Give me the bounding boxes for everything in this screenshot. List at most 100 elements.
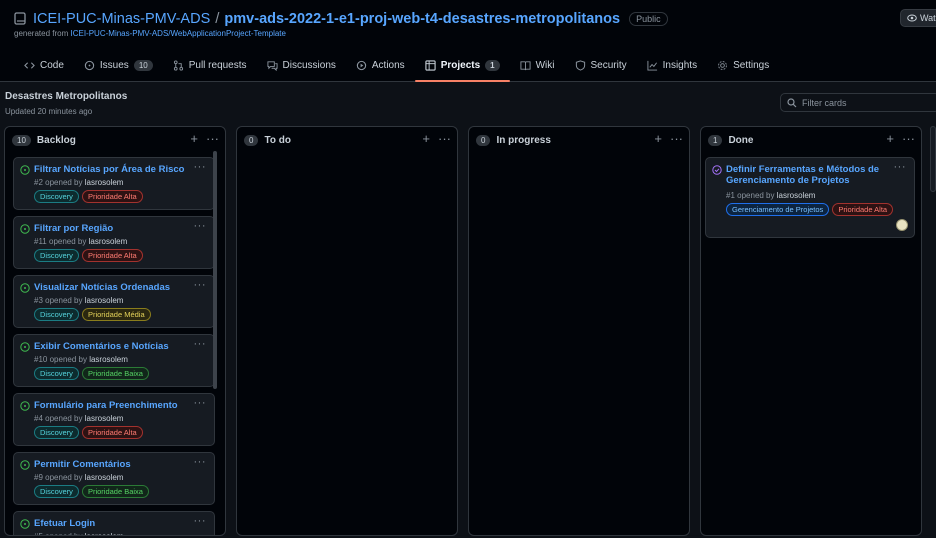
issue-label[interactable]: Discovery bbox=[34, 249, 79, 262]
issue-card[interactable]: Definir Ferramentas e Métodos de Gerenci… bbox=[705, 157, 915, 238]
issue-author-link[interactable]: lasrosolem bbox=[89, 355, 128, 364]
tab-insights[interactable]: Insights bbox=[637, 50, 707, 81]
tab-count: 10 bbox=[133, 60, 153, 71]
issue-label[interactable]: Prioridade Baixa bbox=[81, 485, 149, 498]
issue-title-link[interactable]: Definir Ferramentas e Métodos de Gerenci… bbox=[726, 164, 908, 186]
tab-label: Security bbox=[590, 60, 627, 71]
card-menu-icon[interactable]: ··· bbox=[194, 338, 207, 350]
issue-title-link[interactable]: Exibir Comentários e Notícias bbox=[34, 341, 169, 352]
issue-label[interactable]: Prioridade Alta bbox=[81, 190, 143, 203]
tab-settings[interactable]: Settings bbox=[707, 50, 779, 81]
tab-projects[interactable]: Projects 1 bbox=[414, 50, 510, 82]
issue-meta: #10 opened by lasrosolem bbox=[34, 355, 128, 364]
column-menu-icon[interactable]: ··· bbox=[438, 132, 451, 146]
issue-card[interactable]: Visualizar Notícias Ordenadas ··· #3 opene… bbox=[13, 275, 215, 328]
add-card-icon[interactable]: + bbox=[190, 132, 198, 146]
issue-author-link[interactable]: lasrosolem bbox=[85, 532, 124, 535]
issue-label[interactable]: Discovery bbox=[34, 190, 79, 203]
issue-label[interactable]: Prioridade Alta bbox=[832, 203, 894, 216]
issue-label[interactable]: Prioridade Alta bbox=[81, 249, 143, 262]
open-issue-icon bbox=[20, 283, 30, 293]
issue-author-link[interactable]: lasrosolem bbox=[85, 473, 124, 482]
issue-card[interactable]: Exibir Comentários e Notícias ··· #10 open… bbox=[13, 334, 215, 387]
column-menu-icon[interactable]: ··· bbox=[206, 132, 219, 146]
repo-owner-link[interactable]: ICEI-PUC-Minas-PMV-ADS bbox=[33, 11, 210, 27]
card-menu-icon[interactable]: ··· bbox=[194, 161, 207, 173]
wiki-icon bbox=[520, 61, 531, 71]
issue-card[interactable]: Filtrar Notícias por Área de Risco ··· #2 … bbox=[13, 157, 215, 210]
filter-cards-input[interactable] bbox=[802, 97, 932, 108]
issue-label[interactable]: Gerenciamento de Projetos bbox=[726, 203, 830, 216]
card-menu-icon[interactable]: ··· bbox=[194, 220, 207, 232]
issue-title-link[interactable]: Efetuar Login bbox=[34, 518, 95, 529]
eye-icon bbox=[907, 14, 917, 22]
template-link[interactable]: ICEI-PUC-Minas-PMV-ADS/WebApplicationPro… bbox=[71, 29, 286, 38]
issue-title-link[interactable]: Permitir Comentários bbox=[34, 459, 131, 470]
tab-label: Pull requests bbox=[188, 60, 247, 71]
issue-card[interactable]: Formulário para Preenchimento ··· #4 opene… bbox=[13, 393, 215, 446]
tab-wiki[interactable]: Wiki bbox=[510, 50, 565, 81]
issue-opened-by: opened by bbox=[45, 473, 83, 482]
column-done: 1 Done + ··· Definir Ferramentas e Métodos d… bbox=[700, 126, 922, 536]
card-menu-icon[interactable]: ··· bbox=[194, 279, 207, 291]
tab-issues[interactable]: Issues 10 bbox=[74, 50, 163, 81]
watch-button[interactable]: Watch bbox=[900, 9, 936, 27]
issue-meta: #1 opened by lasrosolem bbox=[726, 191, 815, 200]
issue-label[interactable]: Discovery bbox=[34, 426, 79, 439]
issue-title-link[interactable]: Filtrar por Região bbox=[34, 223, 113, 234]
issue-author-link[interactable]: lasrosolem bbox=[85, 296, 124, 305]
issue-label[interactable]: Prioridade Alta bbox=[81, 426, 143, 439]
issue-author-link[interactable]: lasrosolem bbox=[89, 237, 128, 246]
column-scrollbar[interactable] bbox=[213, 151, 217, 389]
add-card-icon[interactable]: + bbox=[886, 132, 894, 146]
card-menu-icon[interactable]: ··· bbox=[894, 161, 907, 173]
assignee-avatar[interactable] bbox=[896, 219, 908, 231]
issue-author-link[interactable]: lasrosolem bbox=[85, 178, 124, 187]
pull-request-icon bbox=[173, 60, 183, 71]
issue-card[interactable]: Permitir Comentários ··· #9 opened by lasr… bbox=[13, 452, 215, 505]
issue-title-link[interactable]: Filtrar Notícias por Área de Risco bbox=[34, 164, 184, 175]
issue-label[interactable]: Discovery bbox=[34, 367, 79, 380]
repo-name-link[interactable]: pmv-ads-2022-1-e1-proj-web-t4-desastres-… bbox=[224, 11, 620, 27]
issue-labels: Discovery Prioridade Alta bbox=[34, 190, 204, 203]
card-menu-icon[interactable]: ··· bbox=[194, 397, 207, 409]
issue-meta: #3 opened by lasrosolem bbox=[34, 296, 123, 305]
issue-meta: #11 opened by lasrosolem bbox=[34, 237, 127, 246]
filter-cards-field[interactable] bbox=[780, 93, 936, 112]
issue-label[interactable]: Prioridade Média bbox=[81, 308, 151, 321]
open-issue-icon bbox=[20, 342, 30, 352]
issue-author-link[interactable]: lasrosolem bbox=[85, 414, 124, 423]
issue-title-link[interactable]: Formulário para Preenchimento bbox=[34, 400, 178, 411]
tab-code[interactable]: Code bbox=[14, 50, 74, 81]
generated-from: generated from ICEI-PUC-Minas-PMV-ADS/We… bbox=[14, 29, 286, 38]
card-menu-icon[interactable]: ··· bbox=[194, 515, 207, 527]
add-card-icon[interactable]: + bbox=[422, 132, 430, 146]
issue-meta: #5 opened by lasrosolem bbox=[34, 532, 124, 535]
issue-labels: Discovery Prioridade Baixa bbox=[34, 367, 204, 380]
issue-label[interactable]: Discovery bbox=[34, 308, 79, 321]
actions-icon bbox=[356, 60, 367, 71]
issue-title-link[interactable]: Visualizar Notícias Ordenadas bbox=[34, 282, 170, 293]
column-menu-icon[interactable]: ··· bbox=[902, 132, 915, 146]
column-title: To do bbox=[264, 134, 291, 146]
board-horizontal-scroll-handle[interactable] bbox=[930, 126, 936, 192]
tab-label: Actions bbox=[371, 60, 405, 71]
issue-card[interactable]: Efetuar Login ··· #5 opened by lasrosolem bbox=[13, 511, 215, 535]
column-header: 1 Done + ··· bbox=[701, 127, 921, 153]
column-title: In progress bbox=[496, 134, 551, 146]
issue-card[interactable]: Filtrar por Região ··· #11 opened by lasro… bbox=[13, 216, 215, 269]
tab-actions[interactable]: Actions bbox=[346, 50, 415, 81]
graph-icon bbox=[647, 60, 657, 71]
visibility-badge: Public bbox=[629, 11, 668, 26]
issue-label[interactable]: Prioridade Baixa bbox=[81, 367, 149, 380]
issue-label[interactable]: Discovery bbox=[34, 485, 79, 498]
card-menu-icon[interactable]: ··· bbox=[194, 456, 207, 468]
issue-author-link[interactable]: lasrosolem bbox=[777, 191, 816, 200]
column-menu-icon[interactable]: ··· bbox=[670, 132, 683, 146]
tab-discussions[interactable]: Discussions bbox=[257, 50, 346, 81]
tab-security[interactable]: Security bbox=[565, 50, 637, 81]
add-card-icon[interactable]: + bbox=[654, 132, 662, 146]
project-updated: Updated 20 minutes ago bbox=[5, 107, 93, 116]
tab-pull-requests[interactable]: Pull requests bbox=[163, 50, 257, 81]
column-cards: Filtrar Notícias por Área de Risco ··· #2 … bbox=[9, 153, 221, 535]
